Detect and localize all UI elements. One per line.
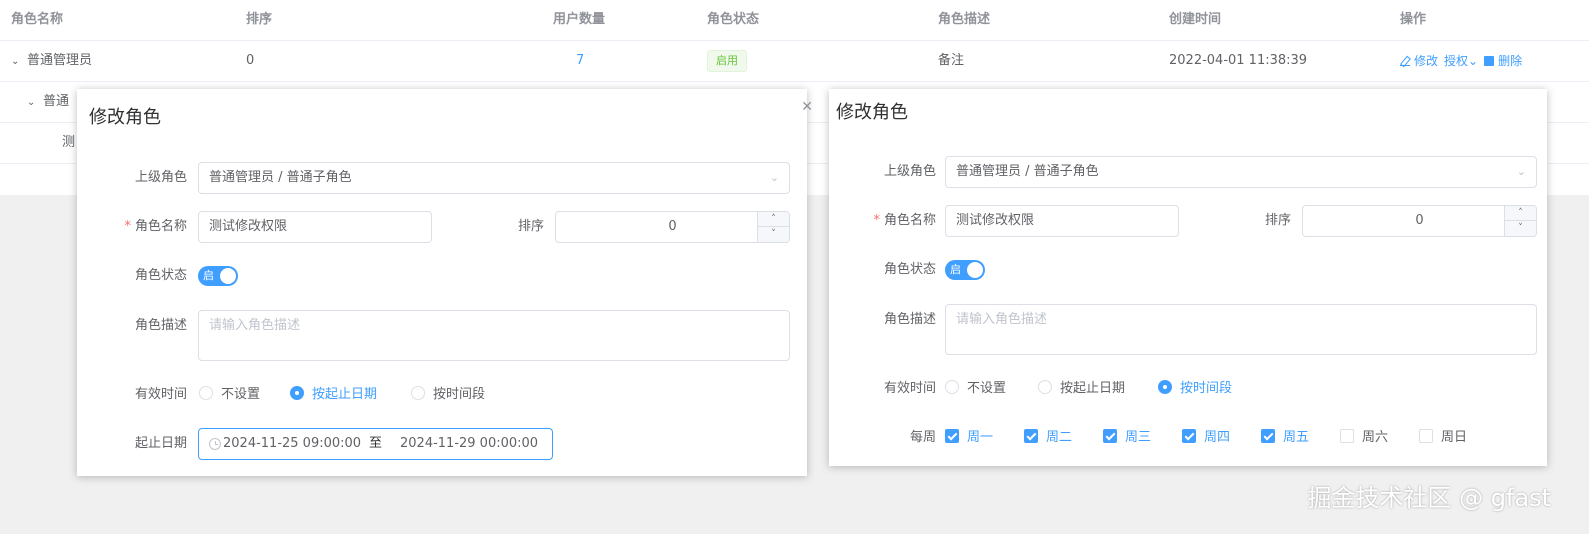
sort-number-input[interactable]: 0 ˄ ˅ <box>1302 205 1537 237</box>
number-stepper: ˄ ˅ <box>757 212 789 242</box>
sort-label: 排序 <box>1264 213 1291 228</box>
parent-role-select[interactable]: 普通管理员 / 普通子角色 ⌄ <box>945 156 1537 188</box>
header-actions: 操作 <box>1400 12 1427 27</box>
checkbox-saturday[interactable]: 周六 <box>1340 428 1388 448</box>
role-status-switch[interactable]: 启 <box>198 266 238 286</box>
radio-no-limit[interactable]: 不设置 <box>945 373 1006 405</box>
chevron-down-icon: ⌄ <box>1468 54 1479 68</box>
role-desc-textarea[interactable]: 请输入角色描述 <box>198 310 790 361</box>
grant-dropdown[interactable]: 授权⌄ <box>1444 54 1478 68</box>
edit-icon <box>1400 56 1410 66</box>
role-name: 普通 <box>43 94 70 109</box>
radio-time-period[interactable]: 按时间段 <box>411 379 485 411</box>
decrease-button[interactable]: ˅ <box>758 227 789 242</box>
clock-icon <box>209 438 221 450</box>
watermark: 掘金技术社区 @ gfast <box>1307 484 1551 512</box>
valid-time-label: 有效时间 <box>134 387 187 402</box>
decrease-button[interactable]: ˅ <box>1505 221 1536 236</box>
status-badge: 启用 <box>707 50 747 72</box>
edit-role-dialog-right: 修改角色 上级角色 普通管理员 / 普通子角色 ⌄ * 角色名称 测试修改权限 排… <box>829 89 1547 466</box>
increase-button[interactable]: ˄ <box>1505 206 1536 221</box>
checkbox-friday[interactable]: 周五 <box>1261 428 1309 448</box>
role-status-label: 角色状态 <box>134 268 187 283</box>
sort-label: 排序 <box>517 219 544 234</box>
header-role-status: 角色状态 <box>707 12 760 27</box>
increase-button[interactable]: ˄ <box>758 212 789 227</box>
role-status-label: 角色状态 <box>883 262 936 277</box>
checkbox-sunday[interactable]: 周日 <box>1419 428 1467 448</box>
role-name-input[interactable]: 测试修改权限 <box>945 205 1179 237</box>
delete-button[interactable]: 删除 <box>1484 54 1522 68</box>
role-sort: 0 <box>246 53 255 68</box>
radio-time-period[interactable]: 按时间段 <box>1158 373 1232 405</box>
header-created-time: 创建时间 <box>1169 12 1222 27</box>
role-user-count[interactable]: 7 <box>576 41 584 81</box>
checkbox-tuesday[interactable]: 周二 <box>1024 428 1072 448</box>
role-desc-textarea[interactable]: 请输入角色描述 <box>945 304 1537 355</box>
chevron-down-icon: ⌄ <box>1516 165 1526 178</box>
date-range-picker[interactable]: 2024-11-25 09:00:00 至 2024-11-29 00:00:0… <box>198 428 553 460</box>
radio-date-range[interactable]: 按起止日期 <box>290 379 377 411</box>
number-stepper: ˄ ˅ <box>1504 206 1536 236</box>
start-date-input[interactable]: 2024-11-25 09:00:00 <box>223 429 361 459</box>
checkbox-thursday[interactable]: 周四 <box>1182 428 1230 448</box>
role-desc-label: 角色描述 <box>134 318 187 333</box>
sort-number-input[interactable]: 0 ˄ ˅ <box>555 211 790 243</box>
role-desc-label: 角色描述 <box>883 312 936 327</box>
weekly-label: 每周 <box>909 430 936 445</box>
parent-role-label: 上级角色 <box>883 164 936 179</box>
close-icon[interactable]: ✕ <box>801 99 813 115</box>
header-role-name: 角色名称 <box>11 12 64 27</box>
header-user-count: 用户数量 <box>553 12 606 27</box>
role-name-label: * 角色名称 <box>873 213 936 228</box>
header-role-desc: 角色描述 <box>938 12 991 27</box>
parent-role-label: 上级角色 <box>134 170 187 185</box>
end-date-input[interactable]: 2024-11-29 00:00:00 <box>400 429 538 459</box>
role-created-time: 2022-04-01 11:38:39 <box>1169 53 1308 68</box>
checkbox-wednesday[interactable]: 周三 <box>1103 428 1151 448</box>
parent-role-select[interactable]: 普通管理员 / 普通子角色 ⌄ <box>198 162 790 194</box>
date-separator: 至 <box>369 436 383 451</box>
expand-chevron-icon[interactable]: ⌄ <box>27 83 43 123</box>
role-name: 普通管理员 <box>27 53 93 68</box>
chevron-down-icon: ⌄ <box>769 171 779 184</box>
valid-time-label: 有效时间 <box>883 381 936 396</box>
role-name-label: * 角色名称 <box>124 219 187 234</box>
table-header: 角色名称 排序 用户数量 角色状态 角色描述 创建时间 操作 <box>0 0 1589 41</box>
radio-no-limit[interactable]: 不设置 <box>199 379 260 411</box>
table-row: ⌄ 普通管理员 0 7 启用 备注 2022-04-01 11:38:39 修改授… <box>0 41 1589 82</box>
edit-role-dialog-left: 修改角色 ✕ 上级角色 普通管理员 / 普通子角色 ⌄ * 角色名称 测试修改权限… <box>77 89 813 476</box>
role-name: 测 <box>62 135 76 150</box>
role-status-switch[interactable]: 启 <box>945 260 985 280</box>
date-range-label: 起止日期 <box>134 436 187 451</box>
dialog-title: 修改角色 <box>89 107 161 128</box>
role-desc: 备注 <box>938 53 965 68</box>
trash-icon <box>1484 56 1495 66</box>
checkbox-monday[interactable]: 周一 <box>945 428 993 448</box>
edit-button[interactable]: 修改 <box>1400 54 1438 68</box>
header-sort: 排序 <box>246 12 273 27</box>
expand-chevron-icon[interactable]: ⌄ <box>11 42 27 82</box>
dialog-title: 修改角色 <box>836 102 908 123</box>
radio-date-range[interactable]: 按起止日期 <box>1038 373 1125 405</box>
role-name-input[interactable]: 测试修改权限 <box>198 211 432 243</box>
